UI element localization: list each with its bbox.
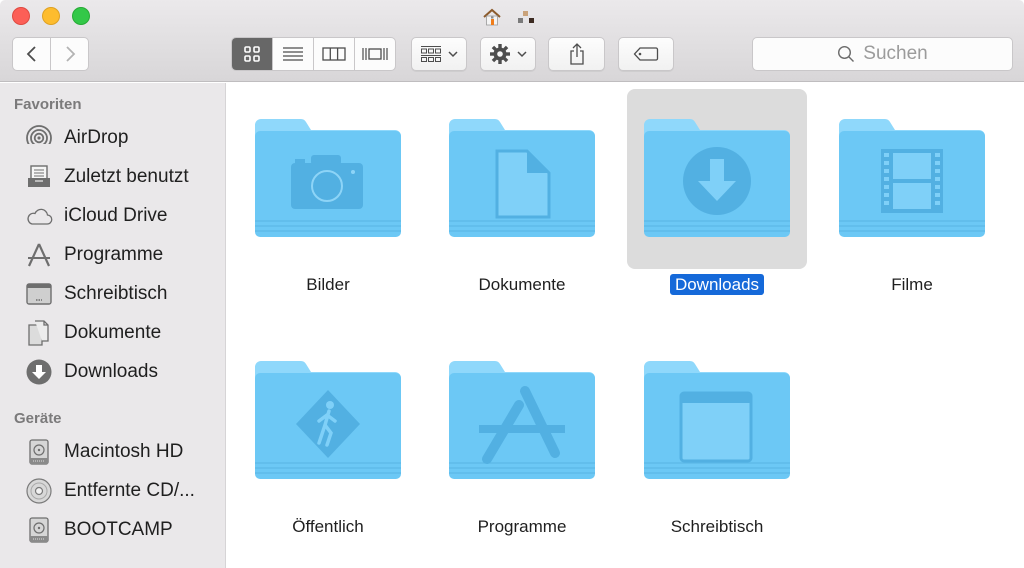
chevron-down-icon bbox=[517, 51, 527, 58]
folder-label: Bilder bbox=[306, 275, 350, 294]
sidebar-item-label: Zuletzt benutzt bbox=[64, 166, 189, 187]
share-button[interactable] bbox=[548, 37, 605, 71]
applications-icon bbox=[449, 361, 595, 479]
folder-label: Programme bbox=[477, 517, 567, 536]
close-window-button[interactable] bbox=[12, 7, 30, 25]
hard-drive-icon bbox=[24, 437, 54, 467]
home-icon bbox=[482, 7, 502, 32]
back-button[interactable] bbox=[13, 38, 51, 70]
sidebar-item-label: Schreibtisch bbox=[64, 283, 168, 304]
network-icon bbox=[516, 9, 536, 30]
film-icon bbox=[839, 119, 985, 237]
desktop-icon bbox=[644, 361, 790, 479]
forward-button[interactable] bbox=[51, 38, 88, 70]
cover-flow-view-button[interactable] bbox=[355, 38, 395, 70]
tag-button[interactable] bbox=[618, 37, 674, 71]
sidebar-item-icloud-drive[interactable]: iCloud Drive bbox=[24, 201, 167, 231]
disc-icon bbox=[24, 476, 54, 506]
tag-icon bbox=[633, 47, 659, 61]
sidebar-item-label: Macintosh HD bbox=[64, 441, 184, 462]
arrange-grid-icon bbox=[421, 46, 441, 62]
icon-view-button[interactable] bbox=[232, 38, 273, 70]
folder-downloads[interactable]: Downloads bbox=[627, 89, 807, 295]
navigation-buttons bbox=[12, 37, 89, 71]
sidebar: Favoriten AirDrop Zuletzt benutzt iCloud… bbox=[0, 83, 226, 568]
minimize-window-button[interactable] bbox=[42, 7, 60, 25]
column-view-button[interactable] bbox=[314, 38, 355, 70]
action-button[interactable] bbox=[480, 37, 536, 71]
search-field[interactable]: Suchen bbox=[752, 37, 1013, 71]
sidebar-item-label: Dokumente bbox=[64, 322, 162, 343]
public-icon bbox=[255, 361, 401, 479]
folder-label: Downloads bbox=[669, 274, 765, 295]
folder-dokumente[interactable]: Dokumente bbox=[432, 89, 612, 294]
folder-label: Öffentlich bbox=[292, 517, 364, 536]
arrange-button[interactable] bbox=[411, 37, 467, 71]
folder-filme[interactable]: Filme bbox=[822, 89, 1002, 294]
download-icon bbox=[644, 119, 790, 237]
sidebar-item-label: AirDrop bbox=[64, 127, 129, 148]
folder-label: Filme bbox=[891, 275, 933, 294]
list-icon bbox=[283, 47, 303, 61]
search-icon bbox=[838, 45, 855, 62]
downloads-icon bbox=[24, 357, 54, 387]
sidebar-item-bootcamp[interactable]: BOOTCAMP bbox=[24, 515, 173, 545]
share-icon bbox=[569, 43, 584, 65]
gear-icon bbox=[490, 44, 510, 64]
recents-icon bbox=[24, 162, 54, 192]
sidebar-item-remote-disc[interactable]: Entfernte CD/... bbox=[24, 476, 195, 506]
sidebar-section-favorites: Favoriten bbox=[14, 96, 82, 113]
columns-icon bbox=[322, 47, 346, 61]
chevron-left-icon bbox=[26, 46, 36, 62]
hard-drive-icon bbox=[24, 515, 54, 545]
grid-icon bbox=[244, 46, 260, 62]
sidebar-item-label: iCloud Drive bbox=[64, 205, 168, 226]
sidebar-item-desktop[interactable]: Schreibtisch bbox=[24, 279, 168, 309]
folder-oeffentlich[interactable]: Öffentlich bbox=[238, 331, 418, 536]
sidebar-item-label: BOOTCAMP bbox=[64, 519, 173, 540]
folder-schreibtisch[interactable]: Schreibtisch bbox=[627, 331, 807, 536]
file-browser: Bilder Dokumente Downloads Filme Öffentl… bbox=[227, 83, 1024, 568]
sidebar-item-label: Downloads bbox=[64, 361, 158, 382]
list-view-button[interactable] bbox=[273, 38, 314, 70]
sidebar-item-macintosh-hd[interactable]: Macintosh HD bbox=[24, 437, 183, 467]
sidebar-item-label: Programme bbox=[64, 244, 164, 265]
desktop-icon bbox=[24, 279, 54, 309]
sidebar-item-recents[interactable]: Zuletzt benutzt bbox=[24, 162, 189, 192]
folder-label: Schreibtisch bbox=[670, 517, 764, 536]
airdrop-icon bbox=[24, 123, 54, 153]
cover-flow-icon bbox=[362, 48, 388, 60]
applications-icon bbox=[24, 240, 54, 270]
sidebar-section-devices: Geräte bbox=[14, 410, 62, 427]
chevron-down-icon bbox=[448, 51, 458, 58]
sidebar-item-downloads[interactable]: Downloads bbox=[24, 357, 158, 387]
sidebar-item-label: Entfernte CD/... bbox=[64, 480, 195, 501]
window-title bbox=[482, 7, 536, 32]
window-toolbar: Suchen bbox=[0, 0, 1024, 82]
folder-programme[interactable]: Programme bbox=[432, 331, 612, 536]
folder-label: Dokumente bbox=[478, 275, 566, 294]
maximize-window-button[interactable] bbox=[72, 7, 90, 25]
document-icon bbox=[449, 119, 595, 237]
documents-icon bbox=[24, 318, 54, 348]
folder-bilder[interactable]: Bilder bbox=[238, 89, 418, 294]
chevron-right-icon bbox=[65, 46, 75, 62]
sidebar-item-airdrop[interactable]: AirDrop bbox=[24, 123, 128, 153]
sidebar-item-applications[interactable]: Programme bbox=[24, 240, 163, 270]
camera-icon bbox=[255, 119, 401, 237]
sidebar-item-documents[interactable]: Dokumente bbox=[24, 318, 161, 348]
cloud-icon bbox=[24, 201, 54, 231]
search-placeholder: Suchen bbox=[863, 43, 928, 64]
view-mode-selector bbox=[231, 37, 396, 71]
